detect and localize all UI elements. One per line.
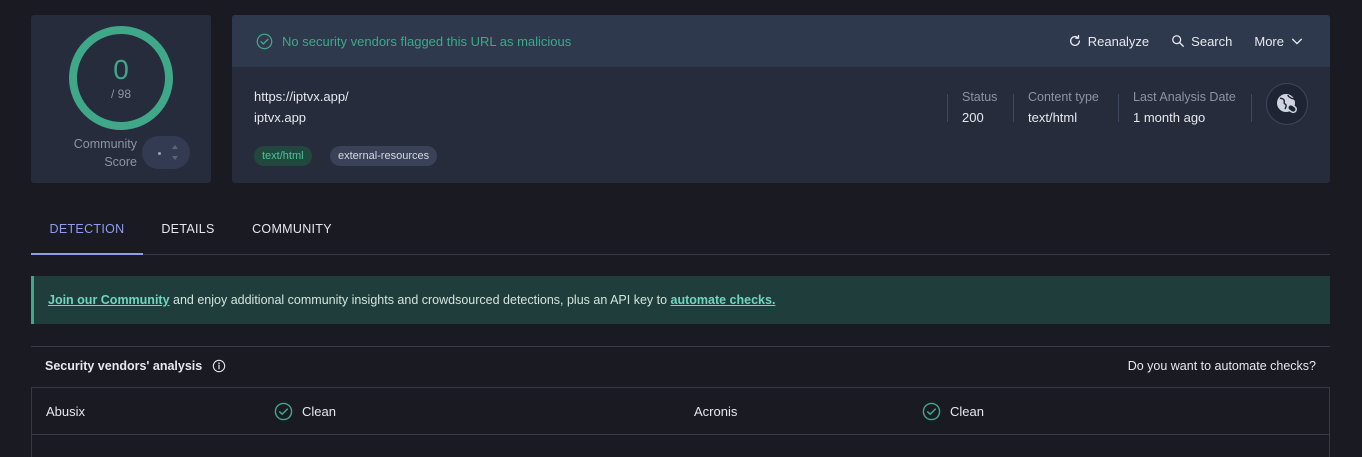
search-icon	[1172, 35, 1185, 47]
automate-checks-prompt[interactable]: Do you want to automate checks?	[1128, 359, 1316, 373]
analyzed-domain[interactable]: iptvx.app	[254, 110, 306, 125]
reanalyze-button[interactable]: Reanalyze	[1068, 34, 1149, 49]
verdict-message: No security vendors flagged this URL as …	[282, 33, 572, 49]
community-banner-text: and enjoy additional community insights …	[169, 293, 671, 307]
vote-down-icon[interactable]	[172, 156, 178, 160]
meta-divider	[1251, 94, 1252, 122]
chevron-down-icon	[1291, 38, 1303, 45]
vote-dot-icon	[158, 152, 161, 155]
meta-status-value: 200	[962, 110, 984, 125]
vote-up-icon[interactable]	[172, 145, 178, 149]
meta-last-analysis-value: 1 month ago	[1133, 110, 1206, 125]
join-community-link[interactable]: Join our Community	[48, 293, 170, 307]
meta-last-analysis: Last Analysis Date 1 month ago	[1133, 89, 1236, 126]
meta-status-key: Status	[962, 90, 998, 104]
more-menu-button[interactable]: More	[1254, 34, 1304, 49]
detection-total: / 98	[110, 87, 131, 101]
tab-community[interactable]: COMMUNITY	[245, 205, 339, 255]
tab-bar: DETECTION DETAILS COMMUNITY	[31, 205, 1330, 255]
vendor-result: Clean	[922, 388, 984, 435]
meta-content-type-value: text/html	[1028, 110, 1078, 125]
meta-content-type-key: Content type	[1028, 90, 1099, 104]
more-label: More	[1254, 33, 1284, 49]
vendors-header: Security vendors' analysis Do you want t…	[31, 346, 1330, 384]
vendor-result-label: Clean	[302, 404, 336, 419]
vendor-name: Acronis	[694, 404, 738, 419]
meta-divider	[1118, 94, 1119, 122]
vendor-result-label: Clean	[950, 404, 984, 419]
search-button[interactable]: Search	[1171, 34, 1232, 49]
community-vote-toggle[interactable]	[142, 136, 190, 169]
meta-content-type: Content type text/html	[1028, 89, 1099, 126]
meta-divider	[1013, 94, 1014, 122]
tab-details[interactable]: DETAILS	[151, 205, 225, 255]
refresh-icon	[1069, 34, 1080, 46]
vendor-result: Clean	[274, 388, 336, 435]
check-circle-icon	[922, 402, 941, 421]
tag-content-type[interactable]: text/html	[254, 146, 312, 166]
community-score-label: Community Score	[61, 135, 137, 171]
tag-external-resources[interactable]: external-resources	[330, 146, 438, 166]
automate-checks-link[interactable]: automate checks.	[671, 293, 776, 307]
vendor-name: Abusix	[46, 404, 86, 419]
meta-divider	[947, 94, 948, 122]
detection-score-gauge: 0 / 98	[69, 26, 173, 130]
analyzed-url: https://iptvx.app/	[254, 89, 349, 104]
meta-last-analysis-key: Last Analysis Date	[1133, 90, 1236, 104]
url-globe-icon	[1266, 83, 1308, 125]
reanalyze-label: Reanalyze	[1087, 33, 1150, 49]
table-row: Abusix Clean Acronis Clean	[32, 388, 1329, 435]
check-circle-icon	[274, 402, 293, 421]
vendors-table: Abusix Clean Acronis Clean	[31, 387, 1330, 457]
tab-detection[interactable]: DETECTION	[31, 205, 143, 255]
community-score-label-text: Community Score	[73, 137, 137, 169]
community-invite-banner: Join our Community and enjoy additional …	[31, 276, 1330, 324]
meta-status: Status 200	[962, 89, 997, 126]
banner-actions: Reanalyze Search More	[1068, 15, 1304, 67]
info-icon[interactable]	[212, 359, 226, 373]
community-score-card: 0 / 98 Community Score	[31, 15, 211, 183]
verdict-banner: No security vendors flagged this URL as …	[232, 15, 1330, 67]
search-label: Search	[1191, 33, 1233, 49]
analysis-summary-card: No security vendors flagged this URL as …	[232, 15, 1330, 183]
check-circle-icon	[256, 33, 273, 49]
vendors-title: Security vendors' analysis	[45, 358, 203, 373]
globe-link-icon	[1277, 94, 1297, 114]
detection-count: 0	[113, 54, 129, 85]
